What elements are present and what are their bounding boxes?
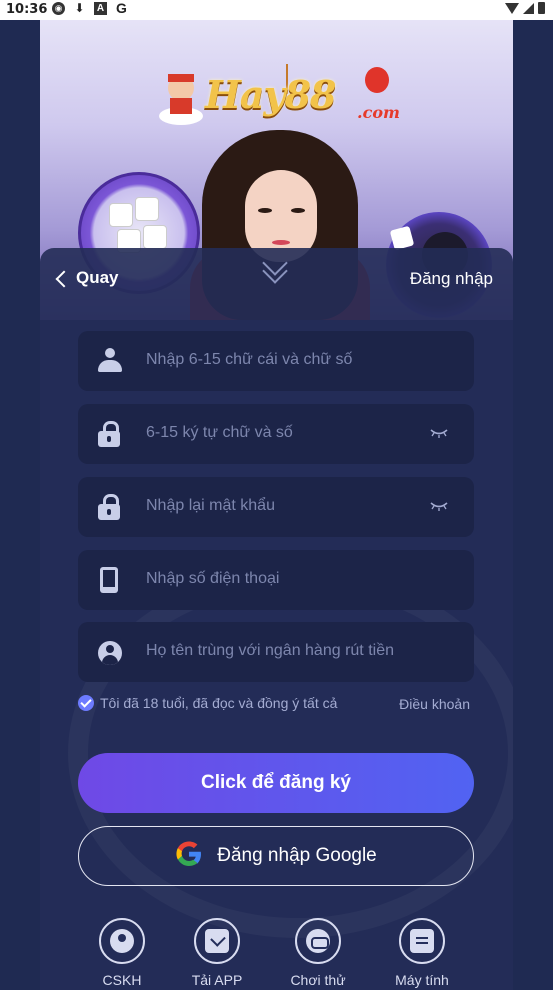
nav-label: CSKH (102, 972, 142, 988)
password-placeholder: 6-15 ký tự chữ và số (146, 424, 293, 441)
signal-icon (523, 2, 534, 14)
model-eye (291, 208, 305, 213)
nav-item-cskh[interactable]: CSKH (77, 918, 167, 988)
eye-closed-icon[interactable] (430, 428, 448, 438)
model-eye (258, 208, 272, 213)
eye-closed-icon[interactable] (430, 501, 448, 511)
back-label: Quay (76, 268, 119, 287)
nav-label: Máy tính (395, 972, 449, 988)
chevron-left-icon (55, 270, 73, 287)
phone-icon (98, 567, 122, 593)
status-time: 10:36 (6, 2, 48, 17)
username-field[interactable]: Nhập 6-15 chữ cái và chữ số (78, 331, 474, 391)
check-icon[interactable] (78, 695, 94, 711)
gamepad-icon (306, 929, 330, 953)
app-container: Hay88 .com Quay Đăng nhập Nhập 6-15 chữ … (40, 20, 513, 990)
wifi-icon (505, 2, 519, 14)
brand-logo: Hay88 (205, 72, 336, 117)
lock-icon (98, 421, 122, 447)
login-link[interactable]: Đăng nhập (410, 269, 493, 289)
lock-icon (98, 494, 122, 520)
collapse-handle[interactable] (262, 250, 290, 284)
fullname-field[interactable]: Họ tên trùng với ngân hàng rút tiền (78, 622, 474, 682)
register-button[interactable]: Click để đăng ký (78, 753, 474, 813)
agreement-text: Tôi đã 18 tuổi, đã đọc và đồng ý tất cả (100, 695, 338, 711)
download-icon (205, 929, 229, 953)
nav-label: Chơi thử (290, 972, 346, 988)
google-login-button[interactable]: Đăng nhập Google (78, 826, 474, 886)
username-placeholder: Nhập 6-15 chữ cái và chữ số (146, 351, 353, 368)
download-status-icon: ⬇ (74, 1, 85, 15)
age-agreement-checkbox[interactable]: Tôi đã 18 tuổi, đã đọc và đồng ý tất cả (78, 695, 337, 711)
notification-icons: ◉ ⬇ A G (52, 0, 128, 16)
fullname-placeholder: Họ tên trùng với ngân hàng rút tiền (146, 642, 394, 659)
back-button[interactable]: Quay (55, 268, 119, 288)
google-login-label: Đăng nhập Google (217, 845, 377, 866)
user-icon (98, 348, 122, 374)
phone-placeholder: Nhập số điện thoại (146, 570, 280, 587)
customer-service-icon (110, 929, 134, 953)
register-sheet: Quay Đăng nhập Nhập 6-15 chữ cái và chữ … (40, 248, 513, 990)
confirm-password-field[interactable]: Nhập lại mật khẩu (78, 477, 474, 537)
lantern-icon (365, 67, 389, 93)
person-circle-icon (98, 639, 122, 665)
mascot-icon (158, 68, 204, 126)
phone-field[interactable]: Nhập số điện thoại (78, 550, 474, 610)
message-icon (410, 929, 434, 953)
app-a-icon: A (94, 2, 107, 15)
model-lips (272, 240, 290, 245)
status-bar: 10:36 ◉ ⬇ A G (0, 0, 553, 20)
nav-item-download-app[interactable]: Tải APP (172, 918, 262, 988)
battery-icon (538, 2, 545, 14)
terms-link[interactable]: Điều khoản (399, 696, 470, 712)
google-status-icon: G (116, 0, 127, 16)
password-field[interactable]: 6-15 ký tự chữ và số (78, 404, 474, 464)
brand-logo-suffix: .com (357, 103, 400, 122)
confirm-password-placeholder: Nhập lại mật khẩu (146, 497, 275, 514)
nav-label: Tải APP (191, 972, 243, 988)
nav-item-desktop[interactable]: Máy tính (377, 918, 467, 988)
google-logo-icon (176, 841, 202, 866)
bottom-nav: CSKH Tải APP Chơi thử Máy tính (40, 918, 513, 990)
chrome-icon: ◉ (52, 2, 65, 15)
nav-item-play-demo[interactable]: Chơi thử (273, 918, 363, 988)
